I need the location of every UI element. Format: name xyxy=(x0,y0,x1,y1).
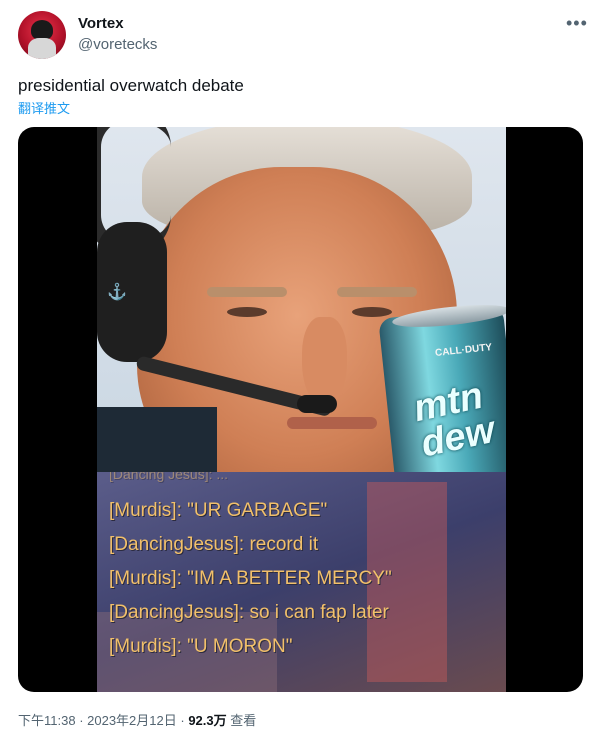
avatar-figure xyxy=(31,20,53,40)
avatar-torso xyxy=(28,38,56,59)
separator: · xyxy=(75,713,88,728)
tweet-time[interactable]: 下午11:38 xyxy=(18,713,76,728)
avatar[interactable] xyxy=(18,11,66,59)
headset-logo-icon: ⚓ xyxy=(107,284,127,301)
chat-line: [Murdis]: "IM A BETTER MERCY" xyxy=(109,568,392,589)
nose xyxy=(302,317,347,407)
chat-line: [DancingJesus]: record it xyxy=(109,534,319,555)
tweet-media[interactable]: ⚓ CALL·DUTY mtn dew [Dancing Jesus]: ...… xyxy=(18,127,583,692)
right-eye xyxy=(352,307,392,317)
display-name[interactable]: Vortex xyxy=(78,15,124,32)
chat-line: [Dancing Jesus]: ... xyxy=(109,472,229,482)
suit xyxy=(97,407,217,472)
view-count: 92.3万 xyxy=(188,713,227,728)
separator: · xyxy=(176,713,189,728)
tweet-meta: 下午11:38 · 2023年2月12日 · 92.3万 查看 xyxy=(18,710,256,729)
mic-tip xyxy=(297,395,337,413)
left-eye xyxy=(227,307,267,317)
more-icon[interactable]: ••• xyxy=(566,13,588,34)
left-brow xyxy=(207,287,287,297)
chat-line: [DancingJesus]: so i can fap later xyxy=(109,602,389,623)
mouth xyxy=(287,417,377,429)
tweet-date[interactable]: 2023年2月12日 xyxy=(87,713,177,728)
user-handle[interactable]: @voretecks xyxy=(78,36,157,53)
media-photo: ⚓ CALL·DUTY mtn dew xyxy=(97,127,506,472)
chat-screenshot: [Dancing Jesus]: ... [Murdis]: "UR GARBA… xyxy=(97,472,506,692)
tweet-text: presidential overwatch debate xyxy=(18,76,244,95)
chat-line: [Murdis]: "UR GARBAGE" xyxy=(109,500,328,521)
chat-line: [Murdis]: "U MORON" xyxy=(109,636,293,657)
can-label-main: mtn dew xyxy=(409,374,499,466)
view-label: 查看 xyxy=(226,713,257,728)
right-brow xyxy=(337,287,417,297)
translate-link[interactable]: 翻译推文 xyxy=(18,98,70,117)
